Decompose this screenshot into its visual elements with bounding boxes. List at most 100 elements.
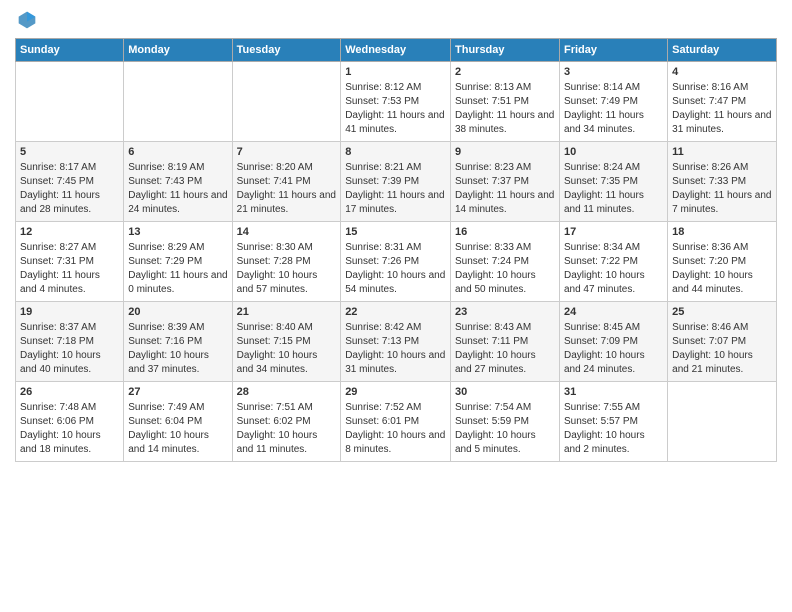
day-number: 22	[345, 305, 446, 320]
calendar-cell: 28Sunrise: 7:51 AMSunset: 6:02 PMDayligh…	[232, 382, 341, 462]
header-row: SundayMondayTuesdayWednesdayThursdayFrid…	[16, 39, 777, 62]
day-info-line: Sunset: 7:37 PM	[455, 175, 555, 189]
week-row-3: 19Sunrise: 8:37 AMSunset: 7:18 PMDayligh…	[16, 302, 777, 382]
day-number: 15	[345, 225, 446, 240]
day-info-line: Sunrise: 8:26 AM	[672, 161, 772, 175]
day-number: 16	[455, 225, 555, 240]
calendar-cell: 23Sunrise: 8:43 AMSunset: 7:11 PMDayligh…	[451, 302, 560, 382]
calendar-cell: 20Sunrise: 8:39 AMSunset: 7:16 PMDayligh…	[124, 302, 232, 382]
day-info-line: Sunrise: 8:23 AM	[455, 161, 555, 175]
day-info-line: Sunrise: 8:42 AM	[345, 321, 446, 335]
day-number: 4	[672, 65, 772, 80]
day-info-line: Daylight: 10 hours and 54 minutes.	[345, 269, 446, 297]
day-info-line: Sunrise: 8:16 AM	[672, 81, 772, 95]
week-row-1: 5Sunrise: 8:17 AMSunset: 7:45 PMDaylight…	[16, 142, 777, 222]
calendar-cell: 13Sunrise: 8:29 AMSunset: 7:29 PMDayligh…	[124, 222, 232, 302]
header-day-sunday: Sunday	[16, 39, 124, 62]
day-info-line: Daylight: 10 hours and 24 minutes.	[564, 349, 663, 377]
day-info-line: Sunset: 7:11 PM	[455, 335, 555, 349]
page-header	[15, 10, 777, 30]
day-info-line: Sunrise: 7:48 AM	[20, 401, 119, 415]
day-info-line: Sunset: 7:45 PM	[20, 175, 119, 189]
header-day-tuesday: Tuesday	[232, 39, 341, 62]
day-number: 21	[237, 305, 337, 320]
calendar-cell: 10Sunrise: 8:24 AMSunset: 7:35 PMDayligh…	[559, 142, 667, 222]
week-row-2: 12Sunrise: 8:27 AMSunset: 7:31 PMDayligh…	[16, 222, 777, 302]
day-info-line: Daylight: 10 hours and 47 minutes.	[564, 269, 663, 297]
day-info-line: Daylight: 10 hours and 44 minutes.	[672, 269, 772, 297]
day-number: 7	[237, 145, 337, 160]
day-number: 9	[455, 145, 555, 160]
day-info-line: Sunrise: 8:27 AM	[20, 241, 119, 255]
day-number: 14	[237, 225, 337, 240]
day-info-line: Sunrise: 7:52 AM	[345, 401, 446, 415]
calendar-table: SundayMondayTuesdayWednesdayThursdayFrid…	[15, 38, 777, 462]
calendar-cell: 19Sunrise: 8:37 AMSunset: 7:18 PMDayligh…	[16, 302, 124, 382]
day-info-line: Sunrise: 8:19 AM	[128, 161, 227, 175]
day-info-line: Daylight: 11 hours and 4 minutes.	[20, 269, 119, 297]
calendar-cell: 26Sunrise: 7:48 AMSunset: 6:06 PMDayligh…	[16, 382, 124, 462]
header-day-thursday: Thursday	[451, 39, 560, 62]
day-info-line: Sunrise: 8:14 AM	[564, 81, 663, 95]
calendar-cell: 4Sunrise: 8:16 AMSunset: 7:47 PMDaylight…	[668, 62, 777, 142]
day-info-line: Sunset: 7:47 PM	[672, 95, 772, 109]
day-info-line: Sunrise: 8:24 AM	[564, 161, 663, 175]
day-info-line: Daylight: 11 hours and 7 minutes.	[672, 189, 772, 217]
day-info-line: Sunrise: 8:21 AM	[345, 161, 446, 175]
day-info-line: Sunset: 7:22 PM	[564, 255, 663, 269]
day-info-line: Sunset: 7:18 PM	[20, 335, 119, 349]
week-row-0: 1Sunrise: 8:12 AMSunset: 7:53 PMDaylight…	[16, 62, 777, 142]
header-day-wednesday: Wednesday	[341, 39, 451, 62]
day-info-line: Sunset: 5:57 PM	[564, 415, 663, 429]
day-number: 3	[564, 65, 663, 80]
day-info-line: Sunset: 7:51 PM	[455, 95, 555, 109]
day-info-line: Sunrise: 8:43 AM	[455, 321, 555, 335]
day-number: 8	[345, 145, 446, 160]
calendar-cell: 6Sunrise: 8:19 AMSunset: 7:43 PMDaylight…	[124, 142, 232, 222]
day-info-line: Daylight: 10 hours and 34 minutes.	[237, 349, 337, 377]
day-info-line: Sunset: 7:53 PM	[345, 95, 446, 109]
day-info-line: Sunset: 7:33 PM	[672, 175, 772, 189]
day-info-line: Sunset: 7:20 PM	[672, 255, 772, 269]
day-number: 26	[20, 385, 119, 400]
day-number: 6	[128, 145, 227, 160]
day-info-line: Sunrise: 8:31 AM	[345, 241, 446, 255]
calendar-cell: 29Sunrise: 7:52 AMSunset: 6:01 PMDayligh…	[341, 382, 451, 462]
day-number: 10	[564, 145, 663, 160]
day-number: 19	[20, 305, 119, 320]
calendar-cell: 31Sunrise: 7:55 AMSunset: 5:57 PMDayligh…	[559, 382, 667, 462]
day-info-line: Sunset: 6:06 PM	[20, 415, 119, 429]
day-info-line: Daylight: 10 hours and 5 minutes.	[455, 429, 555, 457]
day-info-line: Sunrise: 7:55 AM	[564, 401, 663, 415]
day-info-line: Daylight: 10 hours and 14 minutes.	[128, 429, 227, 457]
header-day-friday: Friday	[559, 39, 667, 62]
day-info-line: Daylight: 10 hours and 27 minutes.	[455, 349, 555, 377]
calendar-cell: 7Sunrise: 8:20 AMSunset: 7:41 PMDaylight…	[232, 142, 341, 222]
day-info-line: Sunset: 7:43 PM	[128, 175, 227, 189]
calendar-cell: 12Sunrise: 8:27 AMSunset: 7:31 PMDayligh…	[16, 222, 124, 302]
day-info-line: Sunset: 7:24 PM	[455, 255, 555, 269]
day-info-line: Sunrise: 7:49 AM	[128, 401, 227, 415]
day-info-line: Daylight: 10 hours and 57 minutes.	[237, 269, 337, 297]
day-info-line: Daylight: 10 hours and 40 minutes.	[20, 349, 119, 377]
day-info-line: Sunrise: 8:33 AM	[455, 241, 555, 255]
logo	[15, 10, 37, 30]
calendar-cell: 27Sunrise: 7:49 AMSunset: 6:04 PMDayligh…	[124, 382, 232, 462]
day-info-line: Sunrise: 8:30 AM	[237, 241, 337, 255]
week-row-4: 26Sunrise: 7:48 AMSunset: 6:06 PM Dayligh…	[16, 382, 777, 462]
calendar-cell: 9Sunrise: 8:23 AMSunset: 7:37 PMDaylight…	[451, 142, 560, 222]
calendar-cell: 30Sunrise: 7:54 AMSunset: 5:59 PMDayligh…	[451, 382, 560, 462]
day-info-line: Daylight: 11 hours and 24 minutes.	[128, 189, 227, 217]
day-info-line: Sunrise: 8:17 AM	[20, 161, 119, 175]
day-info-line: Daylight: 11 hours and 34 minutes.	[564, 109, 663, 137]
day-info-line: Sunset: 5:59 PM	[455, 415, 555, 429]
day-info-line: Sunset: 7:16 PM	[128, 335, 227, 349]
calendar-body: 1Sunrise: 8:12 AMSunset: 7:53 PMDaylight…	[16, 62, 777, 462]
calendar-cell: 5Sunrise: 8:17 AMSunset: 7:45 PMDaylight…	[16, 142, 124, 222]
day-info-line: Sunrise: 7:51 AM	[237, 401, 337, 415]
day-number: 31	[564, 385, 663, 400]
day-info-line: Sunrise: 8:40 AM	[237, 321, 337, 335]
calendar-cell: 25Sunrise: 8:46 AMSunset: 7:07 PMDayligh…	[668, 302, 777, 382]
calendar-cell: 21Sunrise: 8:40 AMSunset: 7:15 PMDayligh…	[232, 302, 341, 382]
day-number: 23	[455, 305, 555, 320]
